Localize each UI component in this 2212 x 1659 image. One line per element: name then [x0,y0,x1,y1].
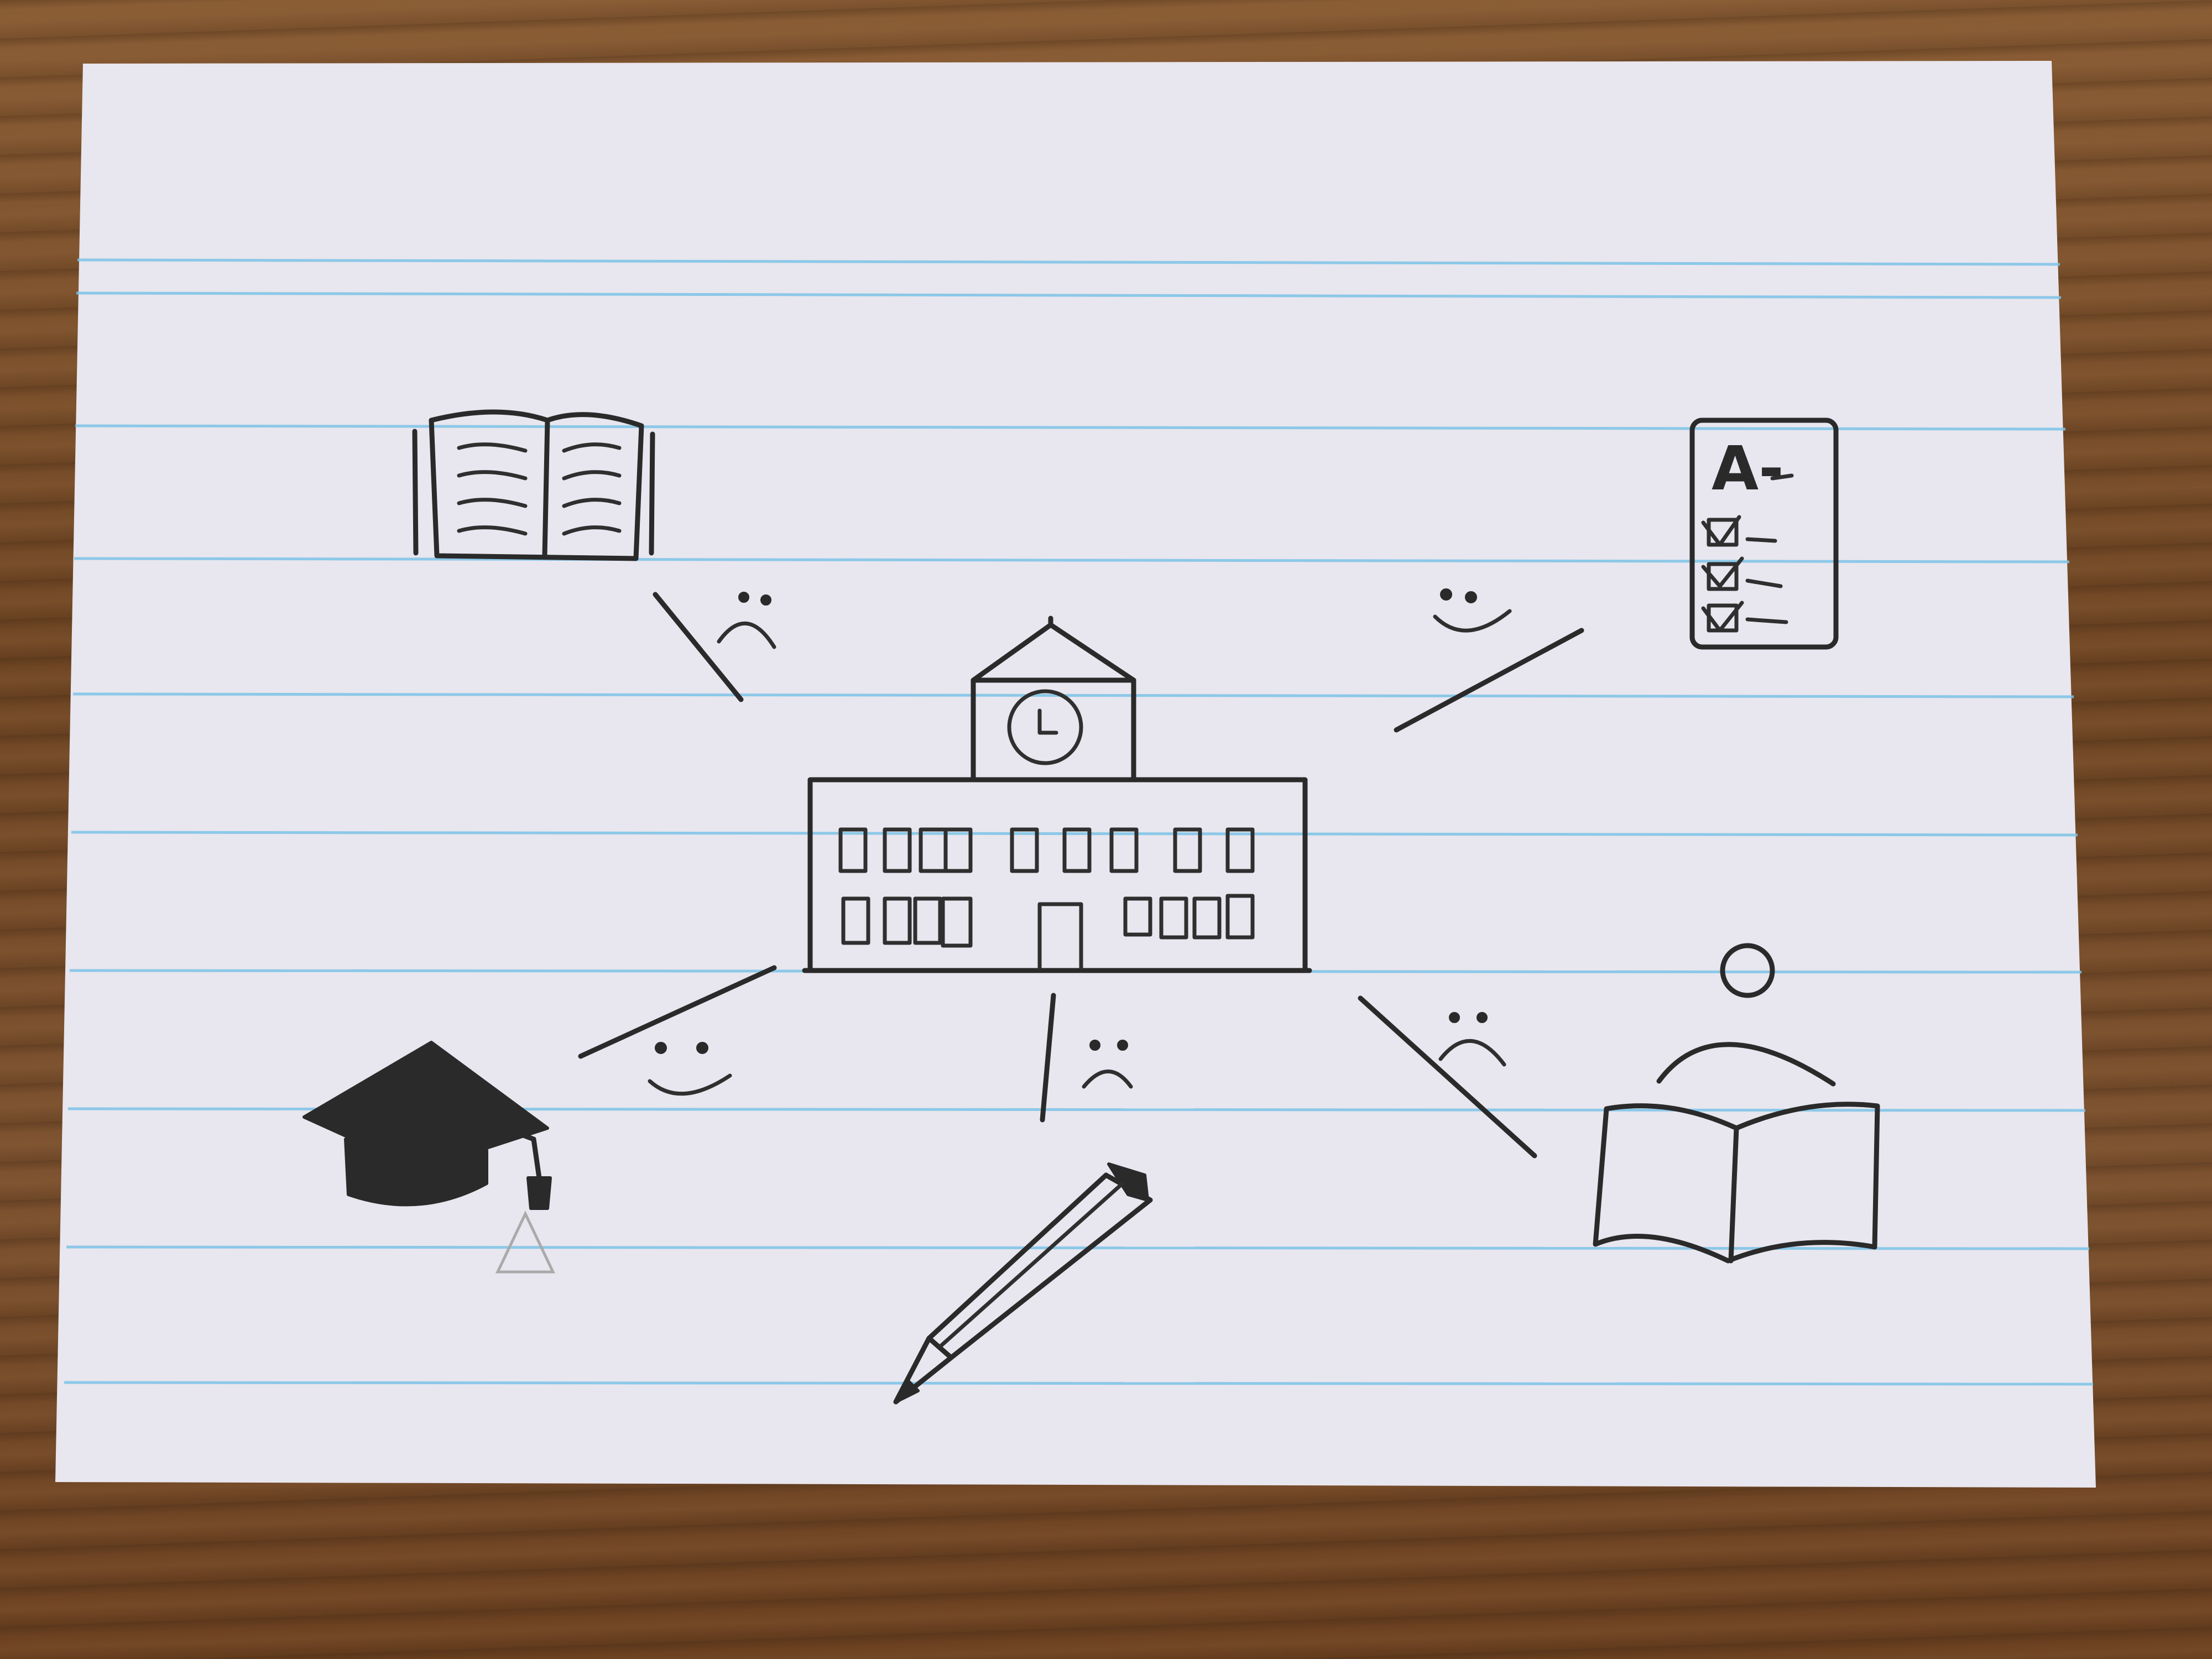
grade-label: A- [1712,433,1784,504]
index-card-drawing: A- [55,61,2096,1488]
index-card [55,61,2096,1488]
